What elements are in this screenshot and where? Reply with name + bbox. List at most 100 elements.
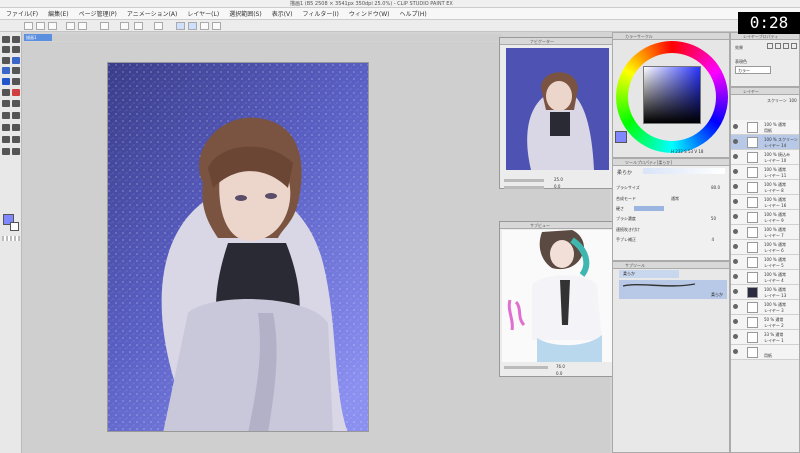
menu-view[interactable]: 表示(V) [272, 9, 293, 18]
visibility-eye-icon[interactable] [733, 124, 738, 129]
brush-tool-icon[interactable] [2, 67, 10, 74]
lasso-tool-icon[interactable] [2, 46, 10, 53]
navigator-rotate-slider[interactable] [504, 186, 544, 189]
layer-row[interactable]: 用紙 [731, 345, 799, 360]
move-tool-icon[interactable] [12, 36, 20, 43]
redo-button[interactable] [78, 22, 87, 30]
visibility-eye-icon[interactable] [733, 289, 738, 294]
rotate-tool-icon[interactable] [12, 148, 20, 155]
visibility-eye-icon[interactable] [733, 349, 738, 354]
visibility-eye-icon[interactable] [733, 274, 738, 279]
layer-row[interactable]: 100 % 通常 レイヤー 3 [731, 300, 799, 315]
zoom-tool-icon[interactable] [2, 36, 10, 43]
saturation-value-square[interactable] [643, 66, 701, 124]
visibility-eye-icon[interactable] [733, 334, 738, 339]
balloon-tool-icon[interactable] [12, 124, 20, 131]
prop-brush-size[interactable]: ブラシサイズ 80.0 [616, 183, 728, 192]
visibility-eye-icon[interactable] [733, 139, 738, 144]
settings-button[interactable] [100, 22, 109, 30]
layer-row[interactable]: 100 % 通常 レイヤー 13 [731, 285, 799, 300]
navigator-rotate-value[interactable]: 0.0 [554, 184, 560, 189]
blend-tool-icon[interactable] [12, 89, 20, 96]
layer-row[interactable]: 100 % 通常 レイヤー 16 [731, 195, 799, 210]
sub-tool-item-1[interactable]: 柔らか [619, 270, 679, 278]
snap-ruler-button[interactable] [176, 22, 185, 30]
artwork-canvas[interactable] [107, 62, 369, 432]
hand-tool-icon[interactable] [2, 148, 10, 155]
effect-watercolor-icon[interactable] [775, 43, 781, 49]
hardness-bar[interactable] [634, 206, 664, 211]
open-file-button[interactable] [36, 22, 45, 30]
frame-tool-icon[interactable] [2, 112, 10, 119]
ruler-tool-icon[interactable] [12, 112, 20, 119]
sub-view-zoom-slider[interactable] [504, 366, 548, 369]
effect-tone-icon[interactable] [783, 43, 789, 49]
sub-view-rotate-value[interactable]: 0.0 [556, 371, 562, 376]
layer-row[interactable]: 33 % 通常 レイヤー 1 [731, 330, 799, 345]
visibility-eye-icon[interactable] [733, 154, 738, 159]
figure-tool-icon[interactable] [12, 100, 20, 107]
effect-color-icon[interactable] [791, 43, 797, 49]
operation-tool-icon[interactable] [12, 136, 20, 143]
navigator-preview[interactable] [506, 48, 609, 170]
menu-help[interactable]: ヘルプ(H) [399, 9, 426, 18]
visibility-eye-icon[interactable] [733, 259, 738, 264]
layer-row[interactable]: 100 % 通常 レイヤー 4 [731, 270, 799, 285]
snap-special-button[interactable] [212, 22, 221, 30]
layer-row[interactable]: 100 % 通常 レイヤー 6 [731, 240, 799, 255]
print-button[interactable] [134, 22, 143, 30]
menu-animation[interactable]: アニメーション(A) [127, 9, 178, 18]
menu-page[interactable]: ページ管理(P) [79, 9, 117, 18]
prop-blend-mode[interactable]: 合成モード 通常 [616, 194, 728, 203]
airbrush-tool-icon[interactable] [12, 67, 20, 74]
layer-row[interactable]: 100 % 通常 レイヤー 11 [731, 165, 799, 180]
prop-brush-density[interactable]: ブラシ濃度 50 [616, 214, 728, 223]
visibility-eye-icon[interactable] [733, 229, 738, 234]
layer-row[interactable]: 100 % 通常 用紙 [731, 120, 799, 135]
menu-layer[interactable]: レイヤー(L) [187, 9, 219, 18]
visibility-eye-icon[interactable] [733, 214, 738, 219]
new-file-button[interactable] [24, 22, 33, 30]
layer-row[interactable]: 100 % 通常 レイヤー 8 [731, 180, 799, 195]
layer-color-select[interactable]: カラー [735, 66, 771, 74]
select-tool-icon[interactable] [12, 46, 20, 53]
menu-file[interactable]: ファイル(F) [6, 9, 38, 18]
navigator-zoom-slider[interactable] [504, 179, 544, 182]
prop-continuous-spray[interactable]: 連続吹き付け [616, 225, 728, 234]
layer-opacity[interactable]: 100 [789, 98, 797, 103]
save-button[interactable] [48, 22, 57, 30]
layer-blend-mode[interactable]: スクリーン [767, 98, 787, 104]
sub-tool-item-2-label[interactable]: 柔らか [619, 290, 727, 299]
layer-row[interactable]: 100 % 通常 レイヤー 9 [731, 210, 799, 225]
correct-line-tool-icon[interactable] [2, 136, 10, 143]
visibility-eye-icon[interactable] [733, 199, 738, 204]
layer-row[interactable]: 100 % 焼込み レイヤー 10 [731, 150, 799, 165]
sub-view-zoom-value[interactable]: 76.0 [556, 364, 565, 369]
visibility-eye-icon[interactable] [733, 304, 738, 309]
export-button[interactable] [120, 22, 129, 30]
visibility-eye-icon[interactable] [733, 244, 738, 249]
eraser-tool-icon[interactable] [12, 78, 20, 85]
sub-tool-item-2[interactable] [619, 280, 727, 290]
visibility-eye-icon[interactable] [733, 184, 738, 189]
gradient-tool-icon[interactable] [2, 100, 10, 107]
eyedropper-tool-icon[interactable] [2, 57, 10, 64]
visibility-eye-icon[interactable] [733, 319, 738, 324]
pen-tool-icon[interactable] [12, 57, 20, 64]
decoration-tool-icon[interactable] [2, 78, 10, 85]
reference-image[interactable] [502, 230, 615, 362]
menu-edit[interactable]: 編集(E) [48, 9, 68, 18]
layer-row[interactable]: 100 % 通常 レイヤー 5 [731, 255, 799, 270]
transparent-color-swatch[interactable] [2, 236, 20, 241]
sub-color-swatch[interactable] [10, 222, 19, 231]
layer-row[interactable]: 100 % スクリーン レイヤー 14 [731, 135, 799, 150]
text-tool-icon[interactable] [2, 124, 10, 131]
effect-border-icon[interactable] [767, 43, 773, 49]
snap-grid-button[interactable] [188, 22, 197, 30]
fill-tool-icon[interactable] [2, 89, 10, 96]
prop-hardness[interactable]: 硬さ [616, 204, 728, 213]
canvas-tab[interactable]: 描画1 [24, 34, 52, 41]
undo-button[interactable] [66, 22, 75, 30]
visibility-eye-icon[interactable] [733, 169, 738, 174]
menu-selection[interactable]: 選択範囲(S) [229, 9, 262, 18]
